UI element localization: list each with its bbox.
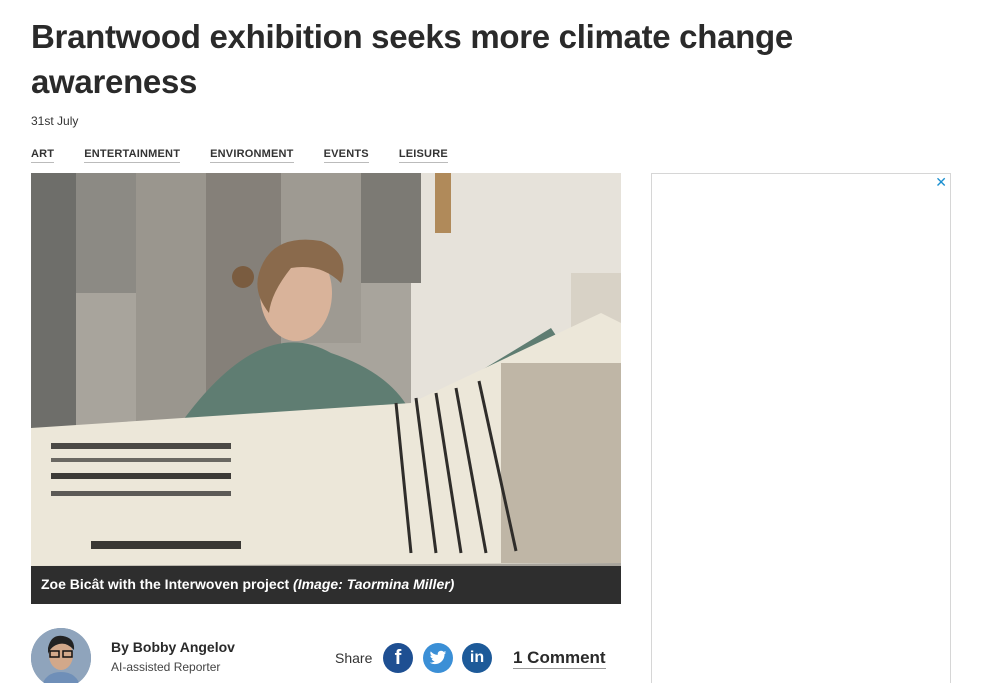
article-headline: Brantwood exhibition seeks more climate … — [31, 18, 793, 100]
comments-link[interactable]: 1 Comment — [513, 648, 606, 669]
caption-text: Zoe Bicât with the Interwoven project — [41, 576, 290, 592]
tag-events[interactable]: EVENTS — [323, 148, 369, 163]
byline: By Bobby Angelov AI-assisted Reporter Sh… — [31, 628, 621, 683]
facebook-icon[interactable]: f — [383, 643, 413, 673]
avatar[interactable] — [31, 628, 91, 683]
article-date: 31st July — [31, 114, 79, 128]
author-name[interactable]: By Bobby Angelov — [111, 639, 235, 655]
author-portrait — [31, 628, 91, 683]
advertisement-slot: ✕ — [651, 173, 951, 683]
share-label: Share — [335, 650, 373, 666]
tag-leisure[interactable]: LEISURE — [398, 148, 448, 163]
hero-photo-illustration — [31, 173, 621, 604]
tag-list: ART ENTERTAINMENT ENVIRONMENT EVENTS LEI… — [31, 148, 448, 163]
tag-environment[interactable]: ENVIRONMENT — [210, 148, 294, 163]
tag-art[interactable]: ART — [31, 148, 55, 163]
author-role: AI-assisted Reporter — [111, 660, 221, 674]
tag-entertainment[interactable]: ENTERTAINMENT — [84, 148, 181, 163]
linkedin-icon[interactable]: in — [462, 643, 492, 673]
twitter-bird-glyph — [429, 650, 447, 665]
hero-image[interactable]: Zoe Bicât with the Interwoven project (I… — [31, 173, 621, 604]
twitter-icon[interactable] — [423, 643, 453, 673]
close-icon[interactable]: ✕ — [935, 174, 947, 191]
caption-credit: (Image: Taormina Miller) — [293, 576, 455, 592]
image-caption: Zoe Bicât with the Interwoven project (I… — [31, 566, 621, 604]
